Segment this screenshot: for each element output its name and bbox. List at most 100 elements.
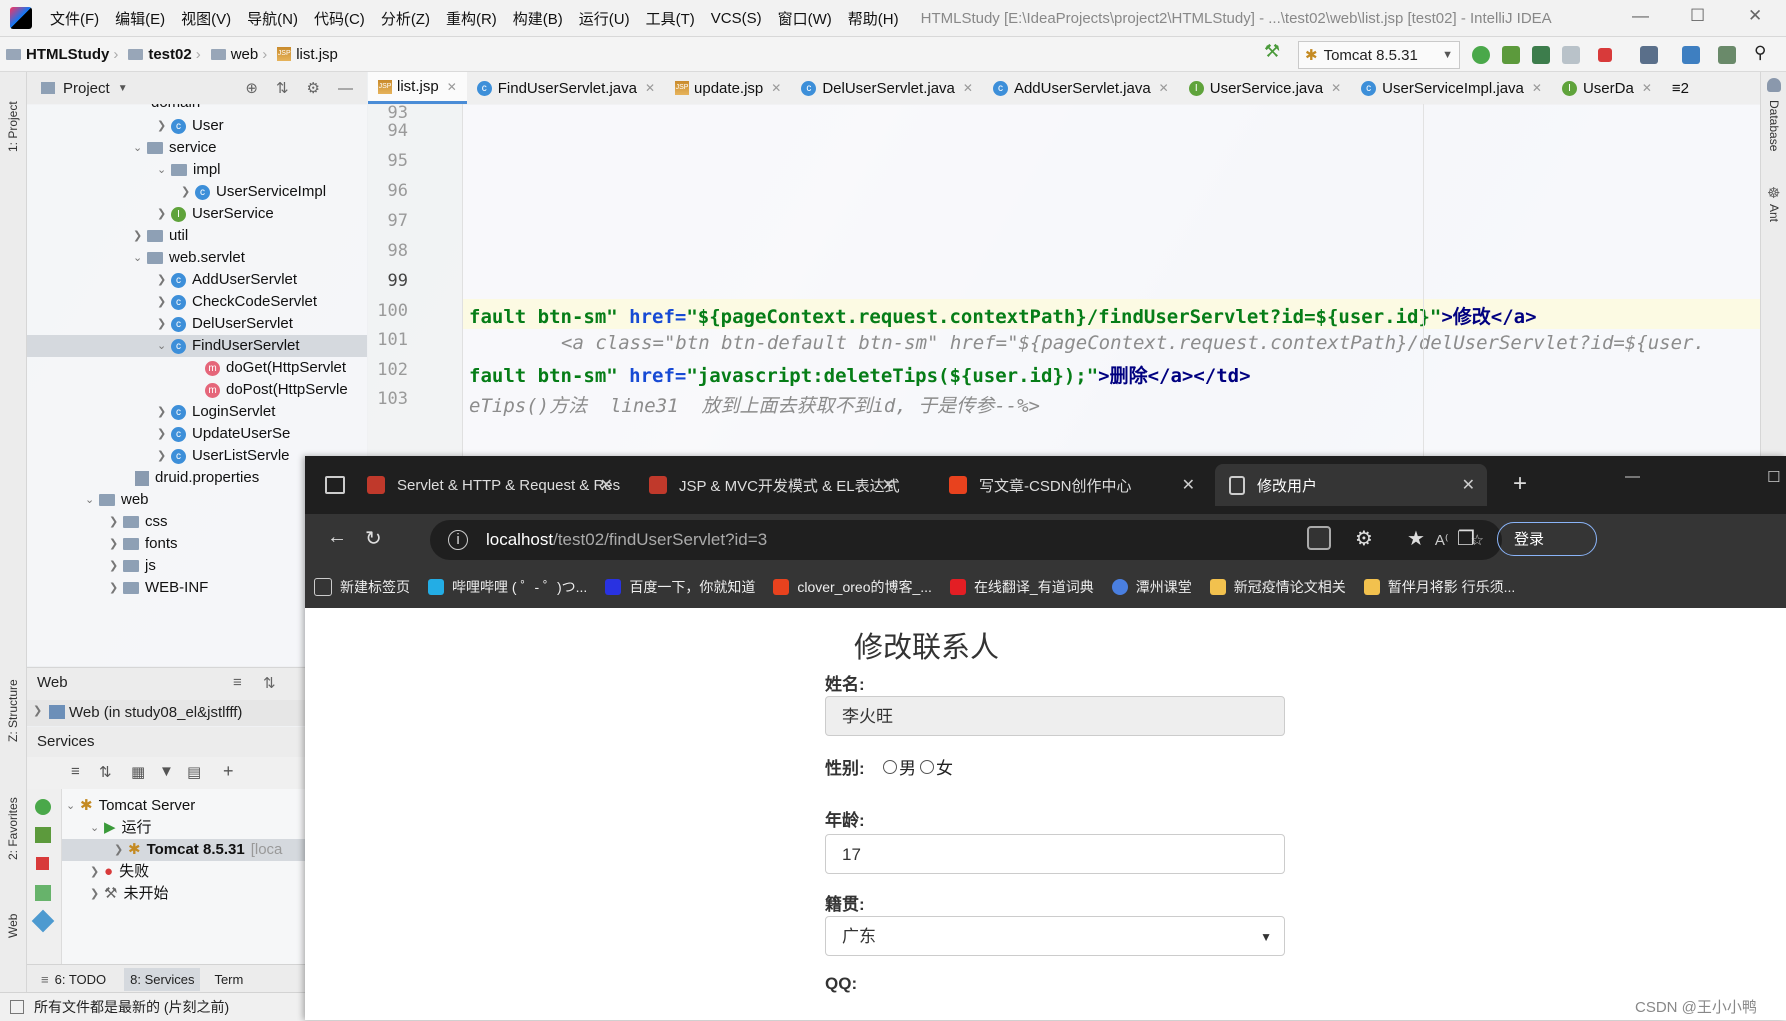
favorites-icon[interactable]: ★ [1407, 526, 1425, 551]
close-icon[interactable]: ✕ [447, 80, 457, 94]
back-icon[interactable]: ← [327, 526, 347, 549]
tree-item-web-servlet[interactable]: ⌄ web.servlet [133, 247, 245, 269]
close-icon[interactable]: ✕ [645, 81, 655, 95]
tree-item-userserviceimpl[interactable]: ❯ c UserServiceImpl [181, 181, 326, 203]
filter-icon[interactable]: ▼ [159, 763, 174, 780]
coverage-icon[interactable] [1532, 46, 1550, 64]
tree-item-finduserservlet[interactable]: ⌄ c FindUserServlet [27, 335, 367, 357]
search-icon[interactable]: ⚲ [1754, 43, 1772, 62]
tree-item-loginservlet[interactable]: ❯ c LoginServlet [157, 401, 275, 423]
close-icon[interactable]: ✕ [1182, 475, 1195, 495]
database-tool-tab[interactable]: Database [1767, 100, 1781, 151]
bookmark-baidu[interactable]: 百度一下，你就知道 [605, 577, 755, 597]
add-icon[interactable]: + [223, 761, 234, 782]
address-bar[interactable]: i localhost/test02/findUserServlet?id=3 … [430, 520, 1502, 560]
tab-overflow[interactable]: ≡2 [1662, 72, 1699, 104]
project-panel-title[interactable]: Project [63, 80, 110, 97]
tree-item-druid-properties[interactable]: druid.properties [135, 467, 259, 489]
tab-userserviceimpl[interactable]: c UserServiceImpl.java ✕ [1351, 72, 1552, 104]
menu-code[interactable]: 代码(C) [314, 8, 365, 29]
close-icon[interactable]: ✕ [600, 475, 613, 495]
bookmark-folder-poem[interactable]: 暂伴月将影 行乐须... [1363, 577, 1515, 597]
gender-male-radio[interactable] [883, 759, 897, 774]
stop-icon[interactable] [1598, 48, 1612, 62]
tree-item-doget[interactable]: m doGet(HttpServlet [205, 357, 346, 379]
tree-item-checkcodeservlet[interactable]: ❯ c CheckCodeServlet [157, 291, 317, 313]
bookmark-csdn-blog[interactable]: clover_oreo的博客_... [773, 577, 932, 597]
tab-actions-icon[interactable] [325, 476, 345, 494]
breadcrumb-folder[interactable]: web [210, 46, 258, 63]
bookmark-youdao[interactable]: 在线翻译_有道词典 [949, 577, 1094, 597]
tree-item-service[interactable]: ⌄ service [133, 137, 217, 159]
close-icon[interactable]: ✕ [1642, 81, 1652, 95]
group-icon[interactable]: ▦ [131, 763, 145, 781]
gear-icon[interactable]: ⚙ [307, 79, 320, 97]
minimize-icon[interactable]: — [1625, 468, 1640, 485]
debug-icon[interactable] [35, 827, 51, 843]
minimize-icon[interactable]: — [1632, 6, 1649, 26]
collections-icon[interactable]: ❐ [1457, 526, 1475, 551]
menu-tools[interactable]: 工具(T) [646, 8, 695, 29]
tab-list-jsp[interactable]: JSP list.jsp ✕ [368, 72, 467, 104]
tree-item-web-inf[interactable]: ❯ WEB-INF [109, 577, 208, 599]
new-tab-icon[interactable]: + [1513, 470, 1527, 498]
tree-item-fonts[interactable]: ❯ fonts [109, 533, 178, 555]
menu-window[interactable]: 窗口(W) [778, 8, 832, 29]
service-failed-group[interactable]: ❯ ● 失败 [90, 861, 149, 883]
breadcrumb-file[interactable]: JSP list.jsp [277, 46, 338, 63]
refresh-icon[interactable]: ↻ [365, 526, 382, 551]
name-input[interactable]: 李火旺 [825, 696, 1285, 736]
tree-item-adduserservlet[interactable]: ❯ c AddUserServlet [157, 269, 297, 291]
menu-navigate[interactable]: 导航(N) [247, 8, 298, 29]
close-icon[interactable]: ✕ [1748, 6, 1762, 26]
menu-file[interactable]: 文件(F) [50, 8, 99, 29]
tree-item-userservice[interactable]: ❯ I UserService [157, 203, 274, 225]
tab-finduserservlet[interactable]: c FindUserServlet.java ✕ [467, 72, 665, 104]
stop-icon[interactable] [36, 857, 49, 870]
browser-tab-jsp[interactable]: JSP & MVC开发模式 & EL表达式 ✕ [635, 464, 907, 506]
locate-icon[interactable]: ⊕ [245, 79, 258, 97]
menu-run[interactable]: 运行(U) [579, 8, 630, 29]
chevron-down-icon[interactable]: ▼ [118, 83, 128, 94]
project-tool-tab[interactable]: 1: Project [6, 101, 20, 152]
browser-tab-csdn-write[interactable]: 写文章-CSDN创作中心 ✕ [935, 464, 1207, 506]
menu-analyze[interactable]: 分析(Z) [381, 8, 430, 29]
menu-help[interactable]: 帮助(H) [848, 8, 899, 29]
origin-select[interactable]: 广东 ▼ [825, 916, 1285, 956]
maximize-icon[interactable]: ☐ [1690, 6, 1705, 26]
rerun-icon[interactable] [1472, 46, 1490, 64]
tab-adduserservlet[interactable]: c AddUserServlet.java ✕ [983, 72, 1179, 104]
close-icon[interactable]: ✕ [882, 475, 895, 495]
favorites-tool-tab[interactable]: 2: Favorites [6, 797, 20, 860]
breadcrumb-module[interactable]: test02 [128, 46, 192, 63]
login-button[interactable]: 登录 [1497, 522, 1597, 556]
service-not-started-group[interactable]: ❯ ⚒ 未开始 [90, 883, 168, 905]
menu-edit[interactable]: 编辑(E) [115, 8, 165, 29]
service-tomcat-server[interactable]: ⌄ ✱ Tomcat Server [66, 795, 195, 817]
collapse-all-icon[interactable]: ⇅ [99, 763, 112, 781]
browser-tab-servlet[interactable]: Servlet & HTTP & Request & Res ✕ [353, 464, 625, 506]
puzzle-icon[interactable]: ⚙ [1355, 526, 1373, 551]
close-icon[interactable]: ✕ [771, 81, 781, 95]
ant-tool-tab[interactable]: Ant [1767, 204, 1781, 222]
tab-deluserservlet[interactable]: c DelUserServlet.java ✕ [791, 72, 983, 104]
menu-view[interactable]: 视图(V) [181, 8, 231, 29]
web-tool-tab[interactable]: Web [6, 914, 20, 938]
code-editor[interactable]: fault btn-sm" href="${pageContext.reques… [463, 104, 1760, 456]
translate-icon[interactable] [1682, 46, 1700, 64]
rerun-icon[interactable] [35, 799, 51, 815]
menu-vcs[interactable]: VCS(S) [711, 10, 762, 27]
tree-item-userlistservlet[interactable]: ❯ c UserListServle [157, 445, 290, 467]
tree-item-user[interactable]: ❯ c User [157, 115, 224, 137]
close-icon[interactable]: ✕ [963, 81, 973, 95]
tree-item-updateuserservlet[interactable]: ❯ c UpdateUserSe [157, 423, 290, 445]
terminal-icon[interactable] [1718, 46, 1736, 64]
run-configuration-select[interactable]: ✱ Tomcat 8.5.31 ▼ [1298, 41, 1460, 69]
close-icon[interactable]: ✕ [1532, 81, 1542, 95]
tree-item-util[interactable]: ❯ util [133, 225, 188, 247]
panel-toggle-icon[interactable] [10, 1000, 24, 1014]
tree-item-deluserservlet[interactable]: ❯ c DelUserServlet [157, 313, 293, 335]
services-tab[interactable]: 8: Services [124, 967, 201, 991]
service-running-group[interactable]: ⌄ ▶ 运行 [90, 817, 152, 839]
tree-item-css[interactable]: ❯ css [109, 511, 168, 533]
